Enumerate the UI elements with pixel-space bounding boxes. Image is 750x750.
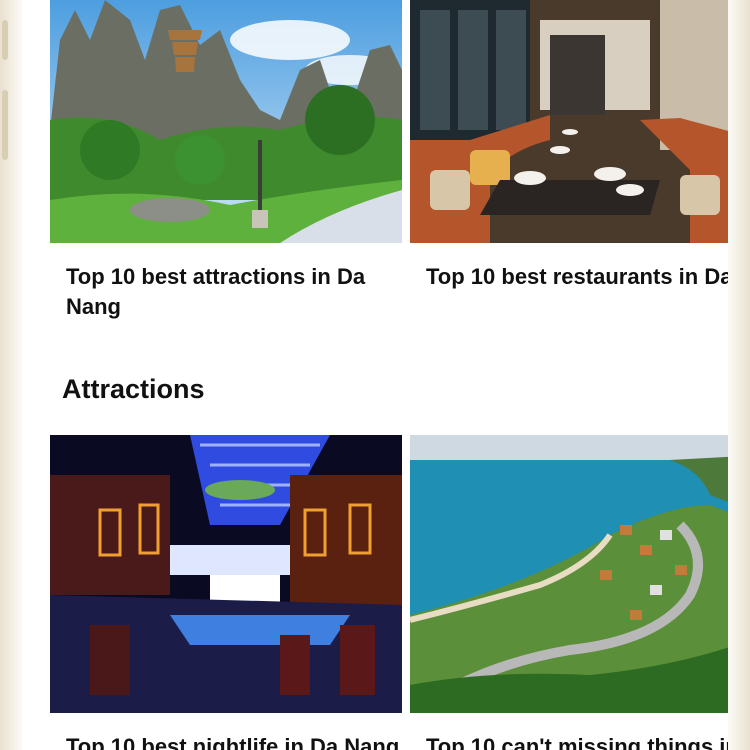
coastline-image (410, 435, 728, 713)
attraction-card-title: Top 10 can't missing things in Da Nang (426, 734, 728, 750)
featured-card-title: Top 10 best attractions in Da Nang (66, 264, 366, 319)
attraction-card-things[interactable]: Top 10 can't missing things in Da Nang (410, 435, 728, 750)
phone-volume-button (2, 90, 8, 160)
featured-card-restaurants[interactable]: Top 10 best restaurants in Da Nang (410, 0, 728, 330)
phone-frame: Top 10 best attractions in Da Nang Top 1… (0, 0, 750, 750)
restaurant-interior-image (410, 0, 728, 243)
nightclub-image (50, 435, 402, 713)
featured-card-title: Top 10 best restaurants in Da Nang (426, 264, 728, 289)
attraction-card-nightlife[interactable]: Top 10 best nightlife in Da Nang (50, 435, 402, 750)
marble-mountains-image (50, 0, 402, 243)
section-title-attractions: Attractions (62, 374, 205, 404)
featured-card-attractions[interactable]: Top 10 best attractions in Da Nang (50, 0, 402, 330)
phone-side-button (2, 20, 8, 60)
app-screen: Top 10 best attractions in Da Nang Top 1… (22, 0, 728, 750)
attraction-card-title: Top 10 best nightlife in Da Nang (66, 734, 400, 750)
